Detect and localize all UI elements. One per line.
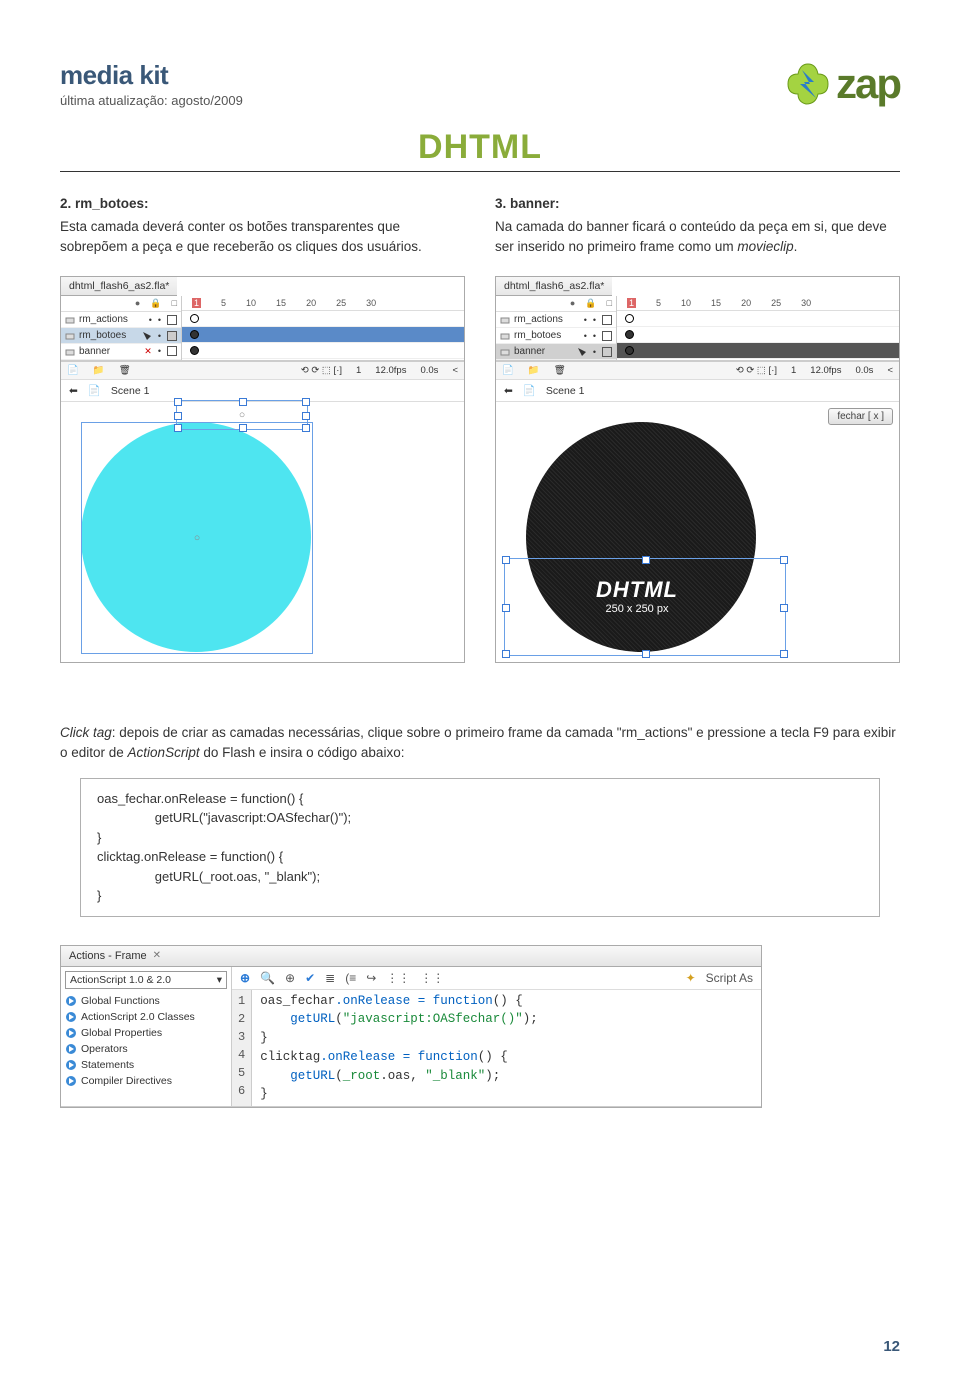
layer-name: rm_actions: [514, 314, 563, 325]
timeline-status: 📄 📁 🗑 ⟲ ⟳ ⬚ [·] 1 12.0fps 0.0s <: [496, 361, 899, 379]
scene-label[interactable]: Scene 1: [111, 385, 150, 397]
layer-row[interactable]: rm_botoes •: [61, 328, 181, 344]
scene-icon: 📄: [523, 384, 536, 397]
layer-add-icon[interactable]: 📄: [67, 365, 79, 376]
tree-item[interactable]: Global Properties: [65, 1025, 227, 1041]
misc-icon[interactable]: ⋮⋮: [386, 971, 410, 985]
tree-item[interactable]: ActionScript 2.0 Classes: [65, 1009, 227, 1025]
search-icon[interactable]: 🔍: [260, 971, 275, 985]
col-right-heading: 3. banner:: [495, 196, 900, 211]
flash-stage[interactable]: ○ ○: [61, 402, 464, 662]
script-assist-label[interactable]: Script As: [706, 971, 753, 985]
debug-icon[interactable]: ↪: [366, 971, 376, 985]
trash-icon[interactable]: 🗑: [119, 365, 131, 376]
trash-icon[interactable]: 🗑: [554, 365, 566, 376]
flash-tab-filename[interactable]: dhtml_flash6_as2.fla*: [61, 277, 177, 296]
back-icon[interactable]: ⬅: [504, 385, 513, 397]
line-gutter: 1 2 3 4 5 6: [232, 990, 252, 1107]
layer-add-icon[interactable]: 📄: [502, 365, 514, 376]
flash-tab-filename[interactable]: dhtml_flash6_as2.fla*: [496, 277, 612, 296]
layer-row[interactable]: banner •: [496, 344, 616, 360]
timeline-ruler: 1 51015202530: [617, 296, 899, 311]
fechar-button[interactable]: fechar [ x ]: [828, 408, 893, 425]
code-editor[interactable]: oas_fechar.onRelease = function() { getU…: [252, 990, 546, 1107]
layer-name: banner: [79, 346, 110, 357]
flash-stage[interactable]: fechar [ x ] DHTML 250 x 250 px: [496, 402, 899, 662]
back-icon[interactable]: ⬅: [69, 385, 78, 397]
col-left-heading: 2. rm_botoes:: [60, 196, 465, 211]
timeline-status: 📄 📁 🗑 ⟲ ⟳ ⬚ [·] 1 12.0fps 0.0s <: [61, 361, 464, 379]
layer-row[interactable]: rm_actions ••: [61, 312, 181, 328]
flash-screenshot-rm-botoes: dhtml_flash6_as2.fla* ●🔒□ rm_actions •• …: [60, 276, 465, 663]
layer-name: rm_botoes: [514, 330, 561, 341]
scene-label[interactable]: Scene 1: [546, 385, 585, 397]
layer-name: rm_botoes: [79, 330, 126, 341]
last-updated: última atualização: agosto/2009: [60, 93, 784, 108]
chevron-down-icon: ▾: [217, 974, 222, 986]
check-icon[interactable]: ✔: [305, 971, 315, 985]
close-icon[interactable]: ✕: [153, 950, 161, 961]
tree-item[interactable]: Statements: [65, 1057, 227, 1073]
zap-logo: zap: [784, 60, 900, 108]
tree-item[interactable]: Compiler Directives: [65, 1073, 227, 1089]
format-icon[interactable]: ≣: [325, 971, 335, 985]
page-number: 12: [883, 1338, 900, 1355]
logo-text: zap: [836, 60, 900, 108]
layer-row[interactable]: rm_actions ••: [496, 312, 616, 328]
flash-screenshot-banner: dhtml_flash6_as2.fla* ●🔒□ rm_actions •• …: [495, 276, 900, 663]
wand-icon[interactable]: ✦: [686, 971, 696, 985]
folder-add-icon[interactable]: 📁: [93, 365, 105, 376]
add-icon[interactable]: ⊕: [240, 971, 250, 985]
tree-item[interactable]: Operators: [65, 1041, 227, 1057]
logo-icon: [784, 60, 832, 108]
hint-icon[interactable]: (≡: [345, 971, 356, 985]
tree-item[interactable]: Global Functions: [65, 993, 227, 1009]
code-block: oas_fechar.onRelease = function() { getU…: [80, 778, 880, 917]
actionscript-panel: Actions - Frame ✕ ActionScript 1.0 & 2.0…: [60, 945, 762, 1109]
actions-tab-label[interactable]: Actions - Frame: [69, 950, 147, 962]
col-left-body: Esta camada deverá conter os botões tran…: [60, 217, 465, 256]
layer-name: rm_actions: [79, 314, 128, 325]
as-version-dropdown[interactable]: ActionScript 1.0 & 2.0 ▾: [65, 971, 227, 989]
clicktag-paragraph: Click tag: depois de criar as camadas ne…: [60, 723, 900, 764]
layer-row[interactable]: rm_botoes ••: [496, 328, 616, 344]
page-title: DHTML: [60, 128, 900, 167]
timeline-ruler: 1 51015202530: [182, 296, 464, 311]
target-icon[interactable]: ⊕: [285, 971, 295, 985]
col-right-body: Na camada do banner ficará o conteúdo da…: [495, 217, 900, 256]
media-kit-title: media kit: [60, 60, 784, 91]
layer-name: banner: [514, 346, 545, 357]
layer-row[interactable]: banner ✕•: [61, 344, 181, 360]
scene-icon: 📄: [88, 384, 101, 397]
folder-add-icon[interactable]: 📁: [528, 365, 540, 376]
misc2-icon[interactable]: ⋮⋮: [420, 971, 444, 985]
